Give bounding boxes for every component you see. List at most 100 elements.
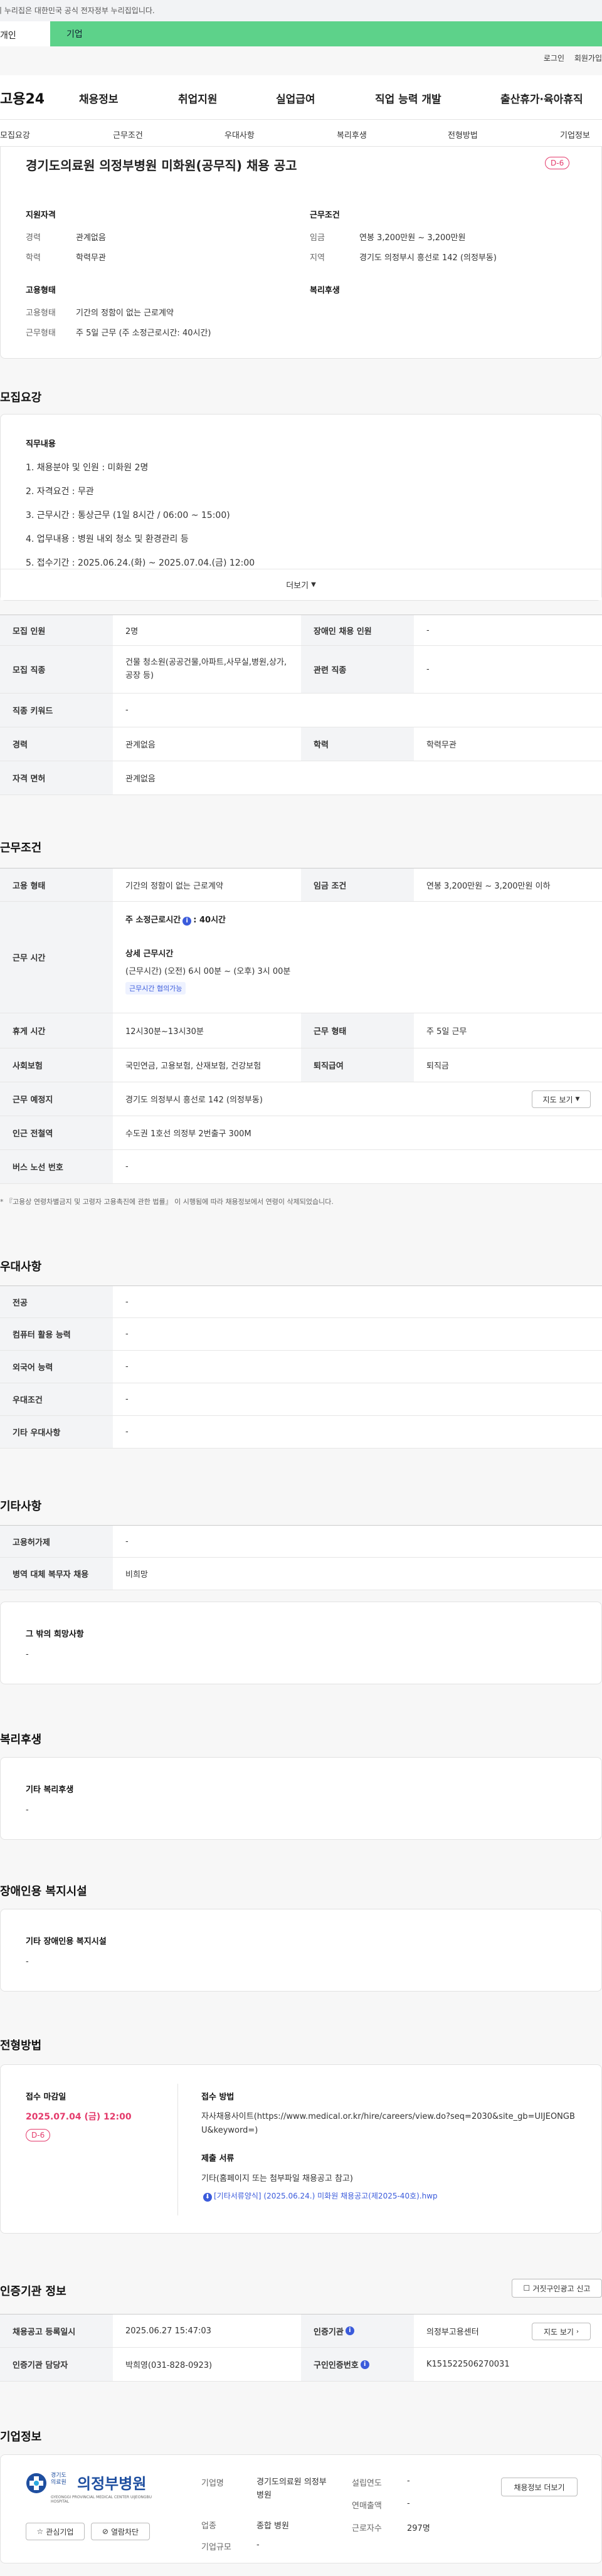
row-key: 근무 형태 xyxy=(301,1013,414,1048)
duty-line: 4. 업무내용 : 병원 내외 청소 및 환경관리 등 xyxy=(26,534,189,544)
row-value: 관계없음 xyxy=(125,741,156,750)
duty-card: 직무내용 1. 채용분야 및 인원 : 미화원 2명 2. 자격요건 : 무관 … xyxy=(0,414,602,601)
year-value: - xyxy=(407,2476,410,2486)
edu-label: 학력 xyxy=(26,253,41,263)
tab-individual[interactable]: 개인 xyxy=(0,21,50,46)
row-key: 고용허가제 xyxy=(0,1526,113,1557)
row-key: 채용공고 등록일시 xyxy=(0,2315,113,2347)
pref-heading: 우대사항 xyxy=(0,1260,42,1274)
chevron-down-icon: ▼ xyxy=(311,581,316,588)
anchor-workcond[interactable]: 근무조건 xyxy=(113,129,143,140)
more-jobs-button[interactable]: 채용정보 더보기 xyxy=(501,2478,578,2496)
table-row: 모집 인원 2명 장애인 채용 인원 - xyxy=(0,615,602,646)
info-icon[interactable]: i xyxy=(360,2360,369,2369)
nav-employment-support[interactable]: 취업지원 xyxy=(178,90,218,106)
anchor-recruit[interactable]: 모집요강 xyxy=(0,129,30,140)
block-view-button[interactable]: ⊘ 열람차단 xyxy=(91,2523,150,2540)
block-icon: ⊘ xyxy=(102,2527,108,2536)
more-button[interactable]: 더보기 ▼ xyxy=(1,569,601,600)
chevron-right-icon: › xyxy=(576,2328,579,2335)
row-value: 박희영(031-828-0923) xyxy=(125,2361,213,2370)
total-hours-label: 주 소정근로시간 xyxy=(125,916,181,925)
brand-logo[interactable]: 고용24 xyxy=(0,88,45,108)
section-anchor-bar: 모집요강 근무조건 우대사항 복리후생 전형방법 기업정보 xyxy=(0,119,602,147)
disabled-value: - xyxy=(26,1957,29,1966)
anchor-pref[interactable]: 우대사항 xyxy=(224,129,255,140)
nav-unemployment-benefit[interactable]: 실업급여 xyxy=(276,90,315,106)
nav-jobs[interactable]: 채용정보 xyxy=(79,90,119,106)
divider xyxy=(177,2084,178,2215)
row-value: 주 5일 근무 xyxy=(426,1027,467,1037)
year-label: 설립연도 xyxy=(352,2479,382,2488)
docs-heading: 제출 서류 xyxy=(201,2154,235,2163)
row-key: 직종 키워드 xyxy=(0,694,113,727)
report-button[interactable]: ☐ 거짓구인광고 신고 xyxy=(512,2279,602,2298)
row-value: 퇴직금 xyxy=(426,1062,449,1071)
region-value: 경기도 의정부시 흥선로 142 (의정부동) xyxy=(359,253,497,263)
career-label: 경력 xyxy=(26,233,41,243)
nav-parental-leave[interactable]: 출산휴가·육아휴직 xyxy=(500,90,583,106)
scale-label: 기업규모 xyxy=(201,2543,231,2552)
edu-value: 학력무관 xyxy=(76,253,106,263)
row-key: 병역 대체 복무자 채용 xyxy=(0,1558,113,1590)
cert-heading: 인증기관 정보 xyxy=(0,2285,66,2298)
welfare-sub-heading: 기타 복리후생 xyxy=(26,1785,74,1795)
anchor-welfare[interactable]: 복리후생 xyxy=(337,129,367,140)
join-link[interactable]: 회원가입 xyxy=(574,54,602,63)
table-row: 경력 관계없음 학력 학력무관 xyxy=(0,727,602,761)
welfare-value: - xyxy=(26,1805,29,1815)
main-nav: 고용24 채용정보 취업지원 실업급여 직업 능력 개발 출산휴가·육아휴직 xyxy=(0,75,602,119)
disabled-card: 기타 장애인용 복지시설 - xyxy=(0,1909,602,1992)
row-key: 컴퓨터 활용 능력 xyxy=(0,1318,113,1350)
row-value: 관계없음 xyxy=(125,774,156,784)
table-row: 컴퓨터 활용 능력 - xyxy=(0,1318,602,1351)
row-key: 퇴직급여 xyxy=(301,1048,414,1082)
emptype-label: 고용형태 xyxy=(26,309,56,318)
age-notice: * 『고용상 연령차별금지 및 고령자 고용촉진에 관한 법률』 이 시행됨에 … xyxy=(0,1198,334,1206)
method-heading: 접수 방법 xyxy=(201,2093,235,2102)
attachment-link[interactable]: ⬇ [기타서류양식] (2025.06.24.) 미화원 채용공고(제2025-4… xyxy=(201,2190,438,2202)
row-value: - xyxy=(125,705,129,715)
map-button-label: 지도 보기 xyxy=(544,2327,574,2336)
table-row: 병역 대체 복무자 채용 비희망 xyxy=(0,1558,602,1590)
gov-notice-bar: 이 누리집은 대한민국 공식 전자정부 누리집입니다. xyxy=(0,0,602,21)
deadline-value: 2025.07.04 (금) 12:00 xyxy=(26,2112,132,2122)
row-key: 근무 시간 xyxy=(0,902,113,1013)
process-card: 접수 마감일 2025.07.04 (금) 12:00 D-6 접수 방법 자사… xyxy=(0,2064,602,2234)
map-button[interactable]: 지도 보기 › xyxy=(532,2323,591,2340)
login-link[interactable]: 로그인 xyxy=(544,54,564,63)
row-value: 비희망 xyxy=(125,1570,148,1580)
block-label: 열람차단 xyxy=(110,2527,139,2536)
row-key: 학력 xyxy=(301,727,414,761)
row-value: - xyxy=(125,1162,129,1171)
worktype-value: 주 5일 근무 (주 소정근로시간: 40시간) xyxy=(76,329,211,338)
row-value: 국민연금, 고용보험, 산재보험, 건강보험 xyxy=(125,1062,261,1071)
disabled-heading: 장애인용 복지시설 xyxy=(0,1885,87,1898)
other-heading: 기타사항 xyxy=(0,1500,42,1513)
docs-value: 기타(홈페이지 또는 첨부파일 채용공고 참고) xyxy=(201,2174,353,2183)
row-key: 버스 노선 번호 xyxy=(0,1150,113,1183)
row-key: 모집 인원 xyxy=(0,615,113,645)
detail-hours-heading: 상세 근무시간 xyxy=(125,949,174,959)
nav-vocational-training[interactable]: 직업 능력 개발 xyxy=(375,90,441,106)
wage-value: 연봉 3,200만원 ~ 3,200만원 xyxy=(359,233,466,243)
row-key: 인증기관 담당자 xyxy=(0,2348,113,2381)
tab-company[interactable]: 기업 xyxy=(50,21,602,46)
favorite-company-button[interactable]: ☆ 관심기업 xyxy=(26,2523,85,2540)
anchor-process[interactable]: 전형방법 xyxy=(448,129,478,140)
map-button[interactable]: 지도 보기 ▼ xyxy=(532,1090,591,1108)
deadline-heading: 접수 마감일 xyxy=(26,2093,66,2102)
row-value: 학력무관 xyxy=(426,741,457,750)
sales-value: - xyxy=(407,2499,410,2508)
worktype-label: 근무형태 xyxy=(26,329,56,338)
info-icon[interactable]: i xyxy=(345,2326,354,2335)
anchor-company[interactable]: 기업정보 xyxy=(560,129,590,140)
row-value: 기간의 정함이 없는 근로계약 xyxy=(125,881,223,891)
detail-hours-value: (근무시간) (오전) 6시 00분 ~ (오후) 3시 00분 xyxy=(125,967,291,976)
chevron-down-icon: ▼ xyxy=(575,1096,580,1102)
dday-badge: D-6 xyxy=(26,2129,51,2141)
row-key: 휴게 시간 xyxy=(0,1013,113,1048)
company-name-label: 기업명 xyxy=(201,2479,224,2488)
logo-small-text: 경기도 의료원 xyxy=(51,2473,66,2486)
info-icon[interactable]: i xyxy=(182,917,192,926)
